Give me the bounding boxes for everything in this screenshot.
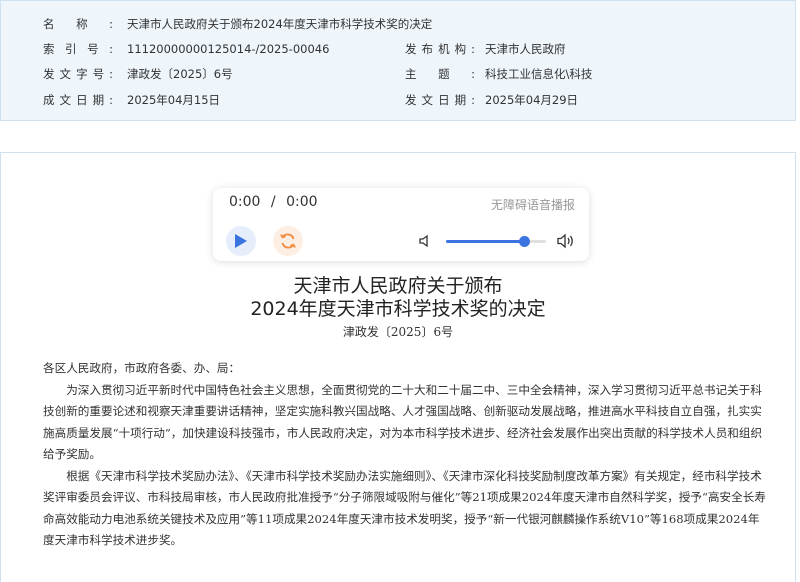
meta-label-docno: 发文字号: — [43, 67, 113, 81]
accessibility-audio-label: 无障碍语音播报 — [490, 198, 575, 212]
meta-label-index: 索引号: — [43, 42, 113, 56]
meta-value-publish-date: 2025年04月29日 — [485, 93, 579, 107]
salutation: 各区人民政府，市政府各委、办、局： — [43, 361, 241, 375]
meta-row-dates: 成文日期: 2025年04月15日 发文日期: 2025年04月29日 — [1, 88, 795, 112]
current-time: 0:00 — [229, 194, 261, 210]
article-doc-number: 津政发〔2025〕6号 — [342, 325, 454, 339]
volume-slider-fill — [446, 240, 524, 243]
loop-icon — [280, 233, 296, 249]
article-title-line2: 2024年度天津市科学技术奖的决定 — [250, 298, 546, 320]
meta-label-name: 名称: — [43, 17, 113, 31]
meta-label-topic: 主题: — [405, 67, 475, 81]
playback-time: 0:00 / 0:00 — [229, 194, 318, 210]
play-button[interactable] — [226, 226, 256, 256]
duration: 0:00 — [286, 194, 318, 210]
volume-low-icon[interactable] — [418, 234, 432, 248]
meta-value-name: 天津市人民政府关于颁布2024年度天津市科学技术奖的决定 — [127, 17, 433, 31]
volume-high-icon[interactable] — [557, 233, 575, 249]
meta-label-publish-date: 发文日期: — [405, 93, 475, 107]
meta-row-docno: 发文字号: 津政发〔2025〕6号 主题: 科技工业信息化\科技 — [1, 62, 795, 86]
meta-value-written-date: 2025年04月15日 — [127, 93, 221, 107]
paragraph-1: 为深入贯彻习近平新时代中国特色社会主义思想，全面贯彻党的二十大和二十届二中、三中… — [43, 382, 763, 462]
play-icon — [235, 234, 247, 248]
document-metadata-panel: 名称: 天津市人民政府关于颁布2024年度天津市科学技术奖的决定 索引号: 11… — [0, 0, 796, 121]
loop-button[interactable] — [273, 226, 303, 256]
time-separator: / — [270, 194, 276, 210]
volume-slider[interactable] — [446, 236, 546, 247]
volume-slider-handle[interactable] — [518, 236, 530, 247]
paragraph-2: 根据《天津市科学技术奖励办法》、《天津市科学技术奖励办法实施细则》、《天津市深化… — [43, 468, 766, 548]
article-body: 各区人民政府，市政府各委、办、局： 为深入贯彻习近平新时代中国特色社会主义思想，… — [43, 358, 767, 552]
meta-row-name: 名称: 天津市人民政府关于颁布2024年度天津市科学技术奖的决定 — [1, 12, 795, 36]
article-container: 0:00 / 0:00 无障碍语音播报 天津市人民政府关于颁布 2024年度天津… — [0, 152, 796, 582]
meta-row-index: 索引号: 11120000000125014-/2025-00046 发布机构:… — [1, 37, 795, 61]
meta-value-index: 11120000000125014-/2025-00046 — [127, 42, 330, 56]
audio-player: 0:00 / 0:00 无障碍语音播报 — [213, 188, 589, 261]
meta-label-written-date: 成文日期: — [43, 93, 113, 107]
meta-value-publisher: 天津市人民政府 — [485, 42, 566, 56]
meta-value-topic: 科技工业信息化\科技 — [485, 67, 593, 81]
meta-label-publisher: 发布机构: — [405, 42, 475, 56]
article-title-line1: 天津市人民政府关于颁布 — [293, 275, 503, 297]
meta-value-docno: 津政发〔2025〕6号 — [127, 67, 233, 81]
